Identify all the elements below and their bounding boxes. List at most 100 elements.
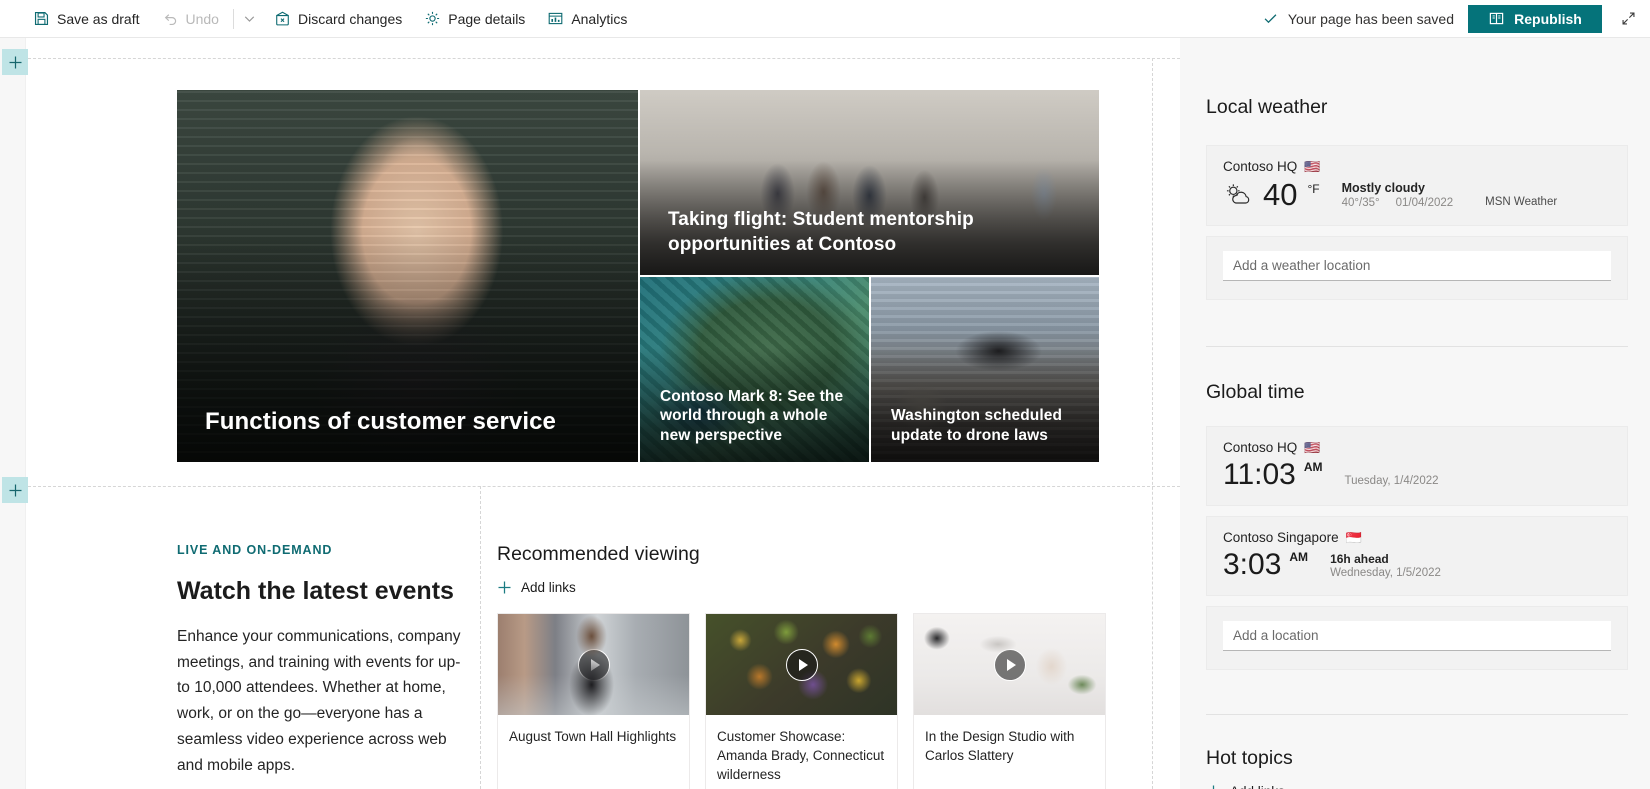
- column-divider-left: [480, 486, 481, 789]
- weather-location-label: Contoso HQ: [1223, 159, 1298, 174]
- collapse-diagonal-icon: [1622, 12, 1634, 25]
- clock-location-label: Contoso Singapore: [1223, 530, 1339, 545]
- play-icon[interactable]: [785, 648, 818, 681]
- section-border-right: [1152, 58, 1153, 789]
- vertical-section: Local weather Contoso HQ 🇺🇸 40 °F Mostly…: [1180, 38, 1650, 789]
- weather-location: Contoso HQ 🇺🇸: [1223, 159, 1611, 174]
- quick-link-caption: August Town Hall Highlights: [509, 729, 677, 744]
- weather-source: MSN Weather: [1485, 196, 1558, 208]
- text-body: Enhance your communications, company mee…: [177, 628, 461, 774]
- clock-date: Wednesday, 1/5/2022: [1330, 567, 1441, 579]
- weather-high-low: 40°/35°: [1341, 196, 1380, 209]
- clock-offset-block: 16h ahead Wednesday, 1/5/2022: [1330, 552, 1441, 579]
- analytics-button[interactable]: Analytics: [536, 0, 638, 38]
- hot-topics-add-links-label: Add links: [1230, 784, 1285, 789]
- weather-card[interactable]: Contoso HQ 🇺🇸 40 °F Mostly cloudy 40°/35…: [1206, 145, 1628, 226]
- quick-link-card[interactable]: August Town Hall Highlights: [497, 613, 690, 789]
- hero-web-part: Functions of customer service Taking fli…: [177, 90, 1099, 462]
- weather-add-field-wrap: [1207, 237, 1627, 299]
- hero-tile-primary[interactable]: Functions of customer service: [177, 90, 638, 462]
- clock-location: Contoso HQ 🇺🇸: [1223, 440, 1611, 455]
- toolbar-divider: [232, 8, 234, 29]
- page-canvas: Functions of customer service Taking fli…: [0, 38, 1650, 789]
- add-section-button-bottom[interactable]: [2, 477, 28, 503]
- play-icon[interactable]: [993, 648, 1026, 681]
- hot-topics-add-links-button[interactable]: Add links: [1206, 784, 1285, 789]
- add-location-input[interactable]: [1223, 621, 1611, 651]
- weather-title: Local weather: [1206, 96, 1328, 118]
- republish-button[interactable]: Republish: [1468, 4, 1602, 33]
- section-divider-middle: [28, 486, 1180, 487]
- undo-dropdown-button[interactable]: [237, 0, 263, 38]
- quick-link-caption: Customer Showcase: Amanda Brady, Connect…: [717, 729, 885, 783]
- save-icon: [34, 11, 49, 26]
- hero-tile-fourth[interactable]: Washington scheduled update to drone law…: [871, 277, 1099, 462]
- weather-web-part: Local weather Contoso HQ 🇺🇸 40 °F Mostly…: [1206, 38, 1628, 300]
- quick-link-card[interactable]: Customer Showcase: Amanda Brady, Connect…: [705, 613, 898, 789]
- quick-links-heading: Recommended viewing: [497, 543, 700, 565]
- chevron-down-icon: [245, 16, 255, 22]
- quick-links-web-part: Recommended viewing Add links August Tow…: [497, 543, 1107, 789]
- undo-label: Undo: [185, 10, 219, 27]
- weather-condition: Mostly cloudy: [1341, 180, 1425, 195]
- section-border-top: [28, 58, 1180, 59]
- hero-tile-title: Taking flight: Student mentorship opport…: [668, 209, 974, 255]
- text-web-part[interactable]: LIVE AND ON-DEMAND Watch the latest even…: [177, 543, 467, 778]
- hot-topics-web-part: Hot topics Add links: [1206, 715, 1628, 789]
- hot-topics-title: Hot topics: [1206, 747, 1293, 769]
- clock-ampm: AM: [1303, 460, 1323, 474]
- clock-row: Contoso HQ 🇺🇸 11:03 AM Tuesday, 1/4/2022: [1207, 427, 1627, 505]
- collapse-toolbar-button[interactable]: [1606, 0, 1650, 38]
- quick-link-card[interactable]: In the Design Studio with Carlos Slatter…: [913, 613, 1106, 789]
- clock-offset: 16h ahead: [1330, 552, 1389, 566]
- republish-label: Republish: [1514, 10, 1582, 27]
- video-thumbnail-forest: [706, 614, 897, 715]
- page-details-button[interactable]: Page details: [413, 0, 536, 38]
- hero-tile-secondary[interactable]: Taking flight: Student mentorship opport…: [640, 90, 1099, 275]
- add-section-button-top[interactable]: [2, 49, 28, 75]
- play-icon[interactable]: [577, 648, 610, 681]
- clock-card[interactable]: Contoso Singapore 🇸🇬 3:03 AM 16h ahead W…: [1206, 516, 1628, 596]
- clock-add-location-card: [1206, 606, 1628, 670]
- weather-subline: 40°/35° 01/04/2022: [1342, 197, 1454, 209]
- undo-button[interactable]: Undo: [151, 0, 230, 38]
- weather-date: 01/04/2022: [1395, 196, 1454, 209]
- add-links-label: Add links: [521, 580, 576, 595]
- weather-location-row: Contoso HQ 🇺🇸 40 °F Mostly cloudy 40°/35…: [1207, 146, 1627, 225]
- gear-icon: [426, 11, 440, 26]
- plus-icon: [9, 484, 21, 496]
- text-heading: Watch the latest events: [177, 577, 454, 605]
- plus-icon: [1212, 785, 1215, 789]
- hero-tile-title: Functions of customer service: [205, 408, 556, 436]
- discard-changes-button[interactable]: Discard changes: [263, 0, 413, 38]
- hero-tile-third[interactable]: Contoso Mark 8: See the world through a …: [640, 277, 869, 462]
- weather-details: Mostly cloudy 40°/35° 01/04/2022: [1342, 181, 1454, 209]
- save-status-label: Your page has been saved: [1287, 10, 1454, 27]
- hero-tile-title: Contoso Mark 8: See the world through a …: [660, 387, 844, 445]
- quick-link-caption: In the Design Studio with Carlos Slatter…: [925, 729, 1075, 764]
- world-clock-web-part: Global time Contoso HQ 🇺🇸 11:03 AM Tuesd…: [1206, 347, 1628, 670]
- weather-temperature: 40: [1263, 177, 1298, 212]
- clock-date: Tuesday, 1/4/2022: [1344, 475, 1439, 487]
- text-eyebrow: LIVE AND ON-DEMAND: [177, 543, 333, 557]
- add-links-button[interactable]: Add links: [497, 580, 576, 595]
- add-weather-location-input[interactable]: [1223, 251, 1611, 281]
- weather-add-location-card: [1206, 236, 1628, 300]
- weather-reading: 40 °F Mostly cloudy 40°/35° 01/04/2022 M…: [1223, 179, 1611, 210]
- clock-location: Contoso Singapore 🇸🇬: [1223, 530, 1611, 545]
- clock-reading: 3:03 AM 16h ahead Wednesday, 1/5/2022: [1223, 550, 1611, 580]
- save-status: Your page has been saved: [1262, 10, 1468, 27]
- discard-changes-label: Discard changes: [297, 10, 403, 27]
- flag-singapore-icon: 🇸🇬: [1345, 530, 1362, 545]
- partly-cloudy-icon: [1226, 183, 1250, 204]
- clock-card[interactable]: Contoso HQ 🇺🇸 11:03 AM Tuesday, 1/4/2022: [1206, 426, 1628, 506]
- command-bar-left-group: Save as draft Undo Discard changes Page …: [0, 0, 638, 38]
- flag-us-icon: 🇺🇸: [1304, 440, 1321, 455]
- clock-row: Contoso Singapore 🇸🇬 3:03 AM 16h ahead W…: [1207, 517, 1627, 595]
- flag-us-icon: 🇺🇸: [1304, 159, 1321, 174]
- save-as-draft-button[interactable]: Save as draft: [22, 0, 151, 38]
- hero-right-column: Taking flight: Student mentorship opport…: [640, 90, 1099, 462]
- weather-unit: °F: [1307, 182, 1320, 196]
- discard-changes-icon: [276, 11, 289, 26]
- hero-bottom-row: Contoso Mark 8: See the world through a …: [640, 277, 1099, 462]
